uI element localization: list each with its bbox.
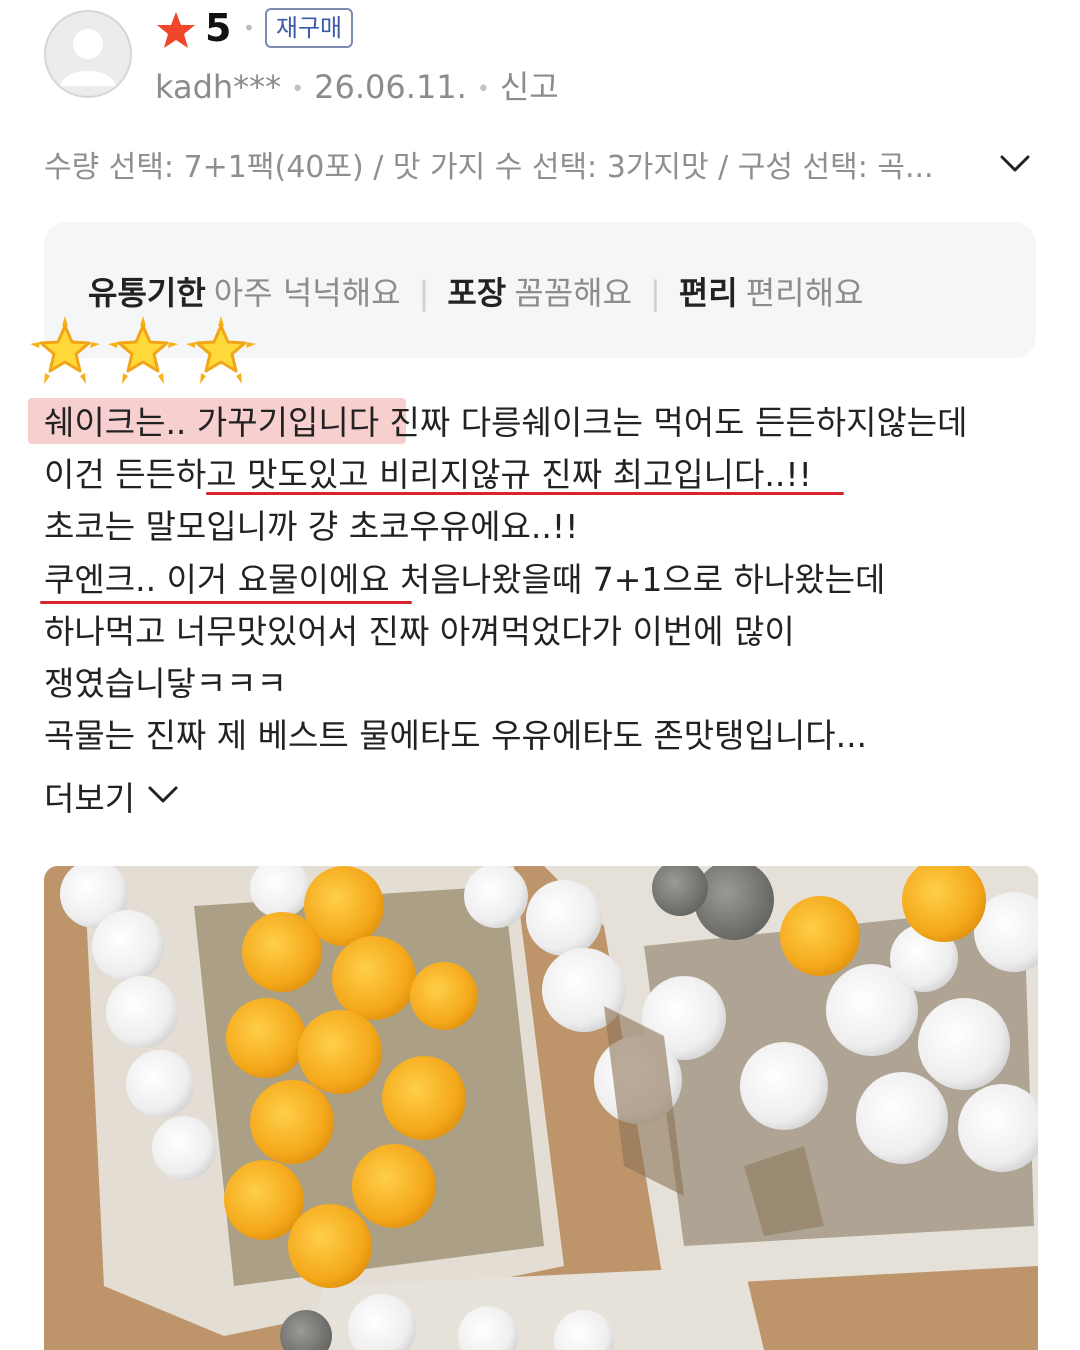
divider: | (418, 274, 430, 312)
review-text-line: 곡물는 진짜 제 베스트 물에타도 우유에타도 존맛탱입니다... (44, 716, 868, 755)
glowing-star-icon (108, 316, 178, 384)
summary-value-convenience: 편리해요 (745, 274, 864, 312)
review-text-line: 이건 든든하고 맛도있고 비리지않규 진짜 최고입니다..!! (44, 455, 812, 494)
separator-dot: • (291, 76, 305, 102)
separator-dot: • (476, 76, 490, 102)
divider: | (650, 274, 661, 312)
summary-key-expiry: 유통기한 (88, 274, 206, 312)
review-text-line: 하나먹고 너무맛있어서 진짜 아껴먹었다가 이번에 많이 (44, 612, 795, 651)
review-text-line: 쿠엔크.. 이거 요물이에요 처음나왔을때 7+1으로 하나왔는데 (44, 560, 886, 599)
rating-star-icon (157, 12, 195, 48)
product-bottles-photo (44, 866, 1038, 1350)
review-summary: 유통기한 아주 넉넉해요 | 포장 꼼꼼해요 | 편리 편리해요 (88, 268, 863, 314)
review-meta: kadh*** • 26.06.11. • 신고 (155, 62, 559, 108)
glowing-star-icon (30, 316, 100, 384)
summary-key-convenience: 편리 (678, 274, 738, 312)
summary-value-packaging: 꼼꼼해요 (514, 274, 633, 312)
default-user-icon (44, 10, 132, 98)
review-text-line: 쉐이크는.. 가꾸기입니다 진짜 다릉쉐이크는 먹어도 든든하지않는데 (44, 403, 968, 442)
glowing-star-icon (186, 316, 256, 384)
separator-dot: • (243, 16, 255, 40)
reviewer-name: kadh*** (155, 68, 282, 106)
rating-value: 5 (205, 6, 232, 50)
user-avatar (44, 10, 132, 98)
review-text-line: 초코는 말모입니까 걍 초코우유에요..!! (44, 507, 579, 546)
purchase-options: 수량 선택: 7+1팩(40포) / 맛 가지 수 선택: 3가지맛 / 구성 … (44, 150, 934, 185)
summary-value-expiry: 아주 넉넉해요 (213, 274, 401, 312)
review-date: 26.06.11. (314, 68, 467, 106)
review-text-line: 쟁였습니닿ㅋㅋㅋ (44, 664, 287, 703)
underline-mark (40, 601, 412, 604)
summary-key-packaging: 포장 (447, 274, 507, 312)
more-button[interactable]: 더보기 (44, 772, 135, 820)
review-photo[interactable] (44, 866, 1038, 1350)
repurchase-badge: 재구매 (265, 8, 353, 48)
chevron-down-icon[interactable] (996, 148, 1034, 178)
report-link[interactable]: 신고 (500, 68, 559, 106)
chevron-down-icon[interactable] (146, 782, 180, 808)
